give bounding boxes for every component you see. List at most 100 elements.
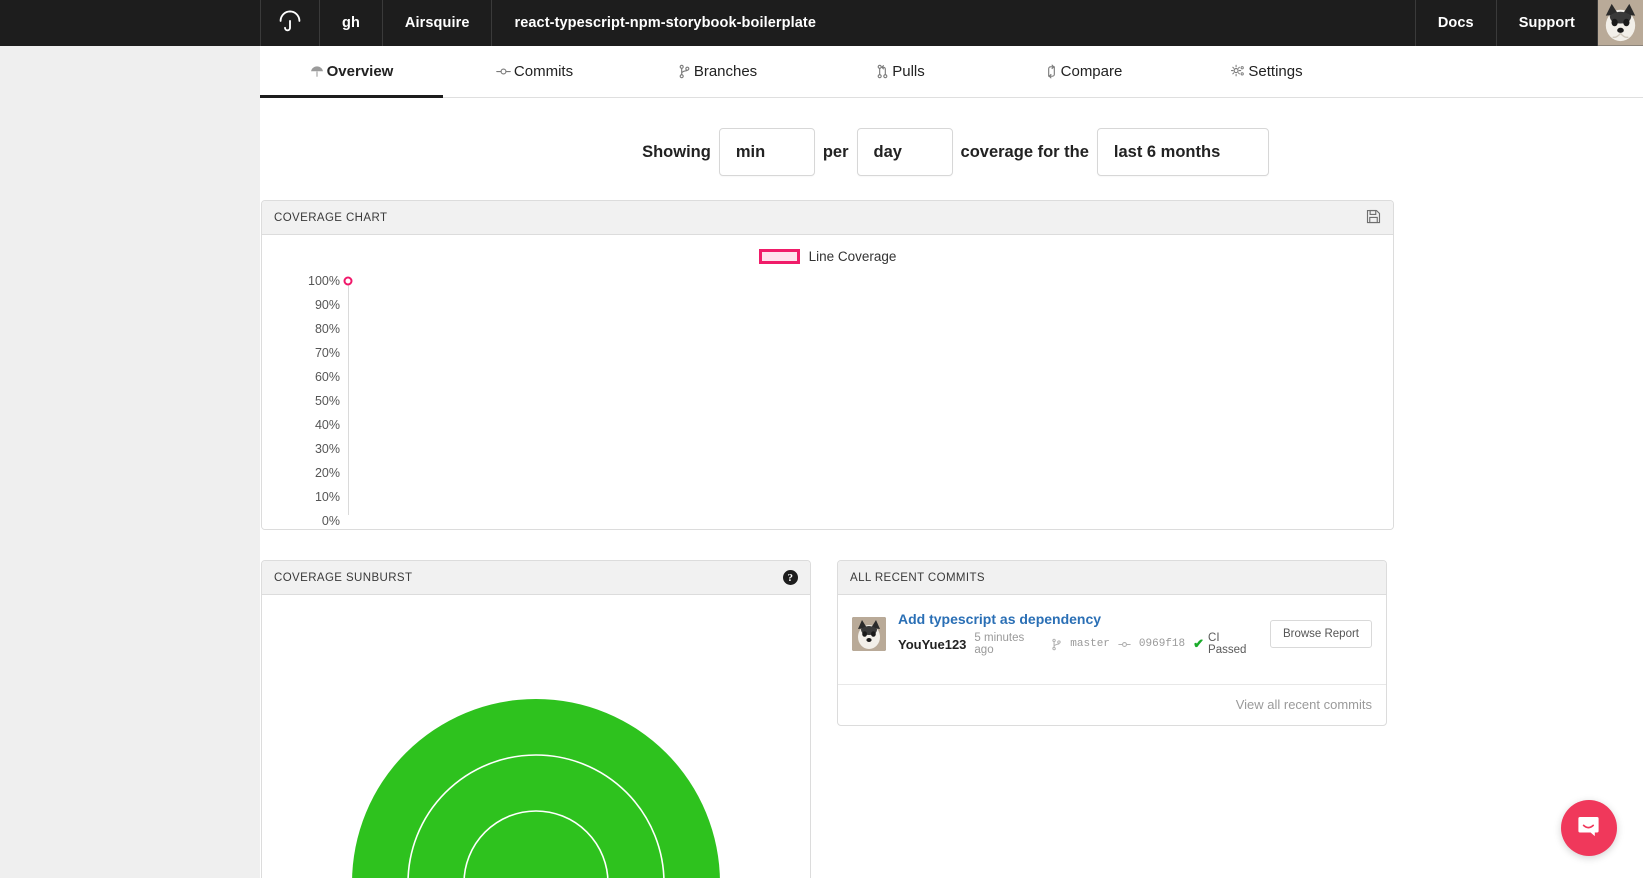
intercom-launcher-button[interactable] <box>1561 800 1617 856</box>
recent-commits-header: ALL RECENT COMMITS <box>838 561 1386 595</box>
chart-y-tick: 20% <box>315 466 340 480</box>
per-label: per <box>815 143 857 162</box>
nav-left-spacer <box>0 0 260 46</box>
bottom-panels-row: COVERAGE SUNBURST ? ALL RECENT COMMITS <box>260 530 1643 878</box>
commit-icon <box>1118 638 1131 651</box>
recent-commits-title: ALL RECENT COMMITS <box>850 572 985 584</box>
commit-author-name[interactable]: YouYue123 <box>898 637 966 652</box>
nav-owner-label: Airsquire <box>405 15 470 31</box>
chart-data-point[interactable] <box>344 277 353 286</box>
coverage-chart-header: COVERAGE CHART <box>262 201 1393 235</box>
coverage-filter-bar: Showing min per day coverage for the las… <box>260 98 1643 200</box>
commit-details: Add typescript as dependency YouYue123 5… <box>898 611 1258 656</box>
avatar[interactable] <box>1597 0 1643 46</box>
nav-owner-link[interactable]: Airsquire <box>382 0 492 46</box>
nav-docs-label: Docs <box>1438 15 1474 31</box>
husky-puppy-avatar-image <box>852 617 886 651</box>
browse-report-button[interactable]: Browse Report <box>1270 620 1372 648</box>
codecov-umbrella-icon <box>277 8 303 39</box>
commit-sha[interactable]: 0969f18 <box>1139 638 1185 650</box>
compare-icon <box>1045 64 1058 79</box>
chart-y-tick: 10% <box>315 490 340 504</box>
tab-compare[interactable]: Compare <box>992 46 1175 97</box>
tab-branches[interactable]: Branches <box>626 46 809 97</box>
chart-y-tick: 100% <box>308 274 340 288</box>
chart-y-tick: 30% <box>315 442 340 456</box>
ci-status-label: CI Passed <box>1208 632 1258 656</box>
chart-legend: Line Coverage <box>262 249 1393 264</box>
nav-provider-gh[interactable]: gh <box>319 0 382 46</box>
recent-commits-footer: View all recent commits <box>838 684 1386 725</box>
commit-author-avatar[interactable] <box>852 617 886 651</box>
help-circle-icon[interactable]: ? <box>783 570 798 585</box>
commit-branch-name: master <box>1070 638 1110 650</box>
repo-tab-bar: Overview Commits Branches <box>260 46 1643 98</box>
chart-y-tick: 40% <box>315 418 340 432</box>
branch-icon <box>678 64 691 79</box>
interval-select-value: day <box>874 143 902 162</box>
husky-puppy-avatar-image <box>1598 0 1643 45</box>
chart-y-tick: 50% <box>315 394 340 408</box>
branch-icon <box>1051 638 1062 651</box>
commit-message-link[interactable]: Add typescript as dependency <box>898 611 1258 627</box>
tab-pulls[interactable]: Pulls <box>809 46 992 97</box>
pull-request-icon <box>876 64 889 79</box>
legend-swatch-line-coverage <box>759 249 800 264</box>
range-select-value: last 6 months <box>1114 143 1220 162</box>
range-select[interactable]: last 6 months <box>1097 128 1269 176</box>
tab-branches-label: Branches <box>694 63 757 80</box>
sunburst-title: COVERAGE SUNBURST <box>274 572 412 584</box>
commit-list-item: Add typescript as dependency YouYue123 5… <box>838 595 1386 672</box>
nav-support-link[interactable]: Support <box>1496 0 1597 46</box>
tab-commits[interactable]: Commits <box>443 46 626 97</box>
tab-commits-label: Commits <box>514 63 573 80</box>
codecov-logo-link[interactable] <box>260 0 319 46</box>
tab-overview-label: Overview <box>327 63 394 80</box>
commit-timestamp: 5 minutes ago <box>974 632 1043 656</box>
nav-support-label: Support <box>1519 15 1575 31</box>
commit-meta-row: YouYue123 5 minutes ago master <box>898 632 1258 656</box>
chart-y-axis: 0%10%20%30%40%50%60%70%80%90%100% <box>284 281 348 515</box>
top-navigation: gh Airsquire react-typescript-npm-storyb… <box>0 0 1643 46</box>
interval-select[interactable]: day <box>857 128 953 176</box>
nav-repo-link[interactable]: react-typescript-npm-storybook-boilerpla… <box>491 0 838 46</box>
sunburst-body <box>262 595 810 878</box>
chart-y-tick: 60% <box>315 370 340 384</box>
chat-bubble-icon <box>1575 812 1603 845</box>
showing-label: Showing <box>634 143 719 162</box>
chart-y-tick: 90% <box>315 298 340 312</box>
legend-label-line-coverage: Line Coverage <box>809 249 897 264</box>
recent-commits-panel: ALL RECENT COMMITS Ad <box>837 560 1387 726</box>
tab-settings[interactable]: Settings <box>1175 46 1358 97</box>
floppy-disk-save-icon[interactable] <box>1366 209 1381 227</box>
coverage-chart-body: Line Coverage 0% 10% 20% 30% 40% 50% 60% 70% 80%… <box>262 235 1393 529</box>
content-sheet: Overview Commits Branches <box>260 46 1643 878</box>
check-icon: ✔ <box>1193 636 1204 652</box>
coverage-chart-panel: COVERAGE CHART Line Coverage 0% 10% 20% 30%… <box>261 200 1394 530</box>
chart-y-tick: 80% <box>315 322 340 336</box>
nav-repo-label: react-typescript-npm-storybook-boilerpla… <box>514 15 816 31</box>
nav-right-group: Docs Support <box>1415 0 1643 46</box>
coverage-sunburst-panel: COVERAGE SUNBURST ? <box>261 560 811 878</box>
umbrella-icon <box>310 65 324 79</box>
chart-y-axis-line <box>348 281 349 515</box>
tab-pulls-label: Pulls <box>892 63 925 80</box>
tab-overview[interactable]: Overview <box>260 46 443 97</box>
sunburst-header: COVERAGE SUNBURST ? <box>262 561 810 595</box>
tab-settings-label: Settings <box>1248 63 1302 80</box>
tab-compare-label: Compare <box>1061 63 1123 80</box>
coverage-for-the-label: coverage for the <box>953 143 1097 162</box>
metric-select-value: min <box>736 143 765 162</box>
gear-icon <box>1230 64 1245 79</box>
coverage-chart-title: COVERAGE CHART <box>274 212 387 224</box>
status-badge: ✔ CI Passed <box>1193 632 1258 656</box>
nav-docs-link[interactable]: Docs <box>1415 0 1496 46</box>
chart-y-tick: 0% <box>322 514 340 528</box>
nav-provider-label: gh <box>342 15 360 31</box>
chart-plot-area: 0%10%20%30%40%50%60%70%80%90%100% <box>284 281 1373 515</box>
metric-select[interactable]: min <box>719 128 815 176</box>
commit-icon <box>496 64 511 79</box>
sunburst-chart[interactable] <box>346 683 726 878</box>
view-all-recent-commits-link[interactable]: View all recent commits <box>1236 697 1372 712</box>
chart-y-tick: 70% <box>315 346 340 360</box>
